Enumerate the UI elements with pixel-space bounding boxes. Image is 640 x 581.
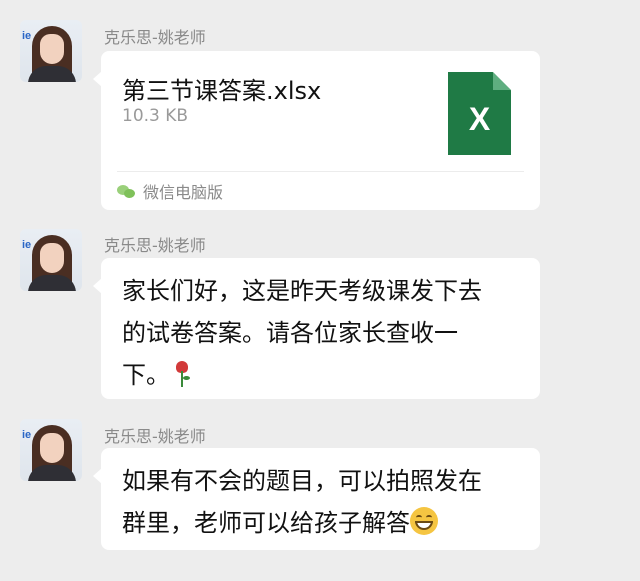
message-line-last: 下。 <box>122 354 521 396</box>
source-text: 微信电脑版 <box>143 183 224 202</box>
message-line: 的试卷答案。请各位家长查收一 <box>122 319 458 347</box>
file-size: 10.3 KB <box>122 106 189 126</box>
rose-icon <box>170 359 194 389</box>
divider <box>117 171 524 172</box>
sender-name: 克乐思-姚老师 <box>104 427 206 446</box>
message-line: 如果有不会的题目，可以拍照发在 <box>122 467 482 495</box>
avatar[interactable]: ie <box>20 20 82 82</box>
message-line-last: 群里，老师可以给孩子解答 <box>122 502 521 544</box>
source-label: 微信电脑版 <box>117 179 223 203</box>
excel-file-icon-fold <box>493 72 511 90</box>
message-line: 家长们好，这是昨天考级课发下去 <box>122 277 482 305</box>
file-name: 第三节课答案.xlsx <box>122 77 322 105</box>
message-line-text: 下。 <box>122 361 170 389</box>
avatar[interactable]: ie <box>20 229 82 291</box>
wechat-icon <box>117 185 135 199</box>
text-message-bubble[interactable]: 家长们好，这是昨天考级课发下去 的试卷答案。请各位家长查收一 下。 <box>93 258 540 399</box>
grinning-face-icon <box>410 507 438 535</box>
sender-name: 克乐思-姚老师 <box>104 28 206 47</box>
sender-name: 克乐思-姚老师 <box>104 236 206 255</box>
excel-file-icon-letter: X <box>468 101 491 137</box>
message-line-text: 群里，老师可以给孩子解答 <box>122 509 410 537</box>
avatar[interactable]: ie <box>20 419 82 481</box>
file-message-bubble[interactable]: 第三节课答案.xlsx 10.3 KB X 微信电脑版 <box>93 51 540 210</box>
text-message-bubble[interactable]: 如果有不会的题目，可以拍照发在 群里，老师可以给孩子解答 <box>93 448 540 550</box>
